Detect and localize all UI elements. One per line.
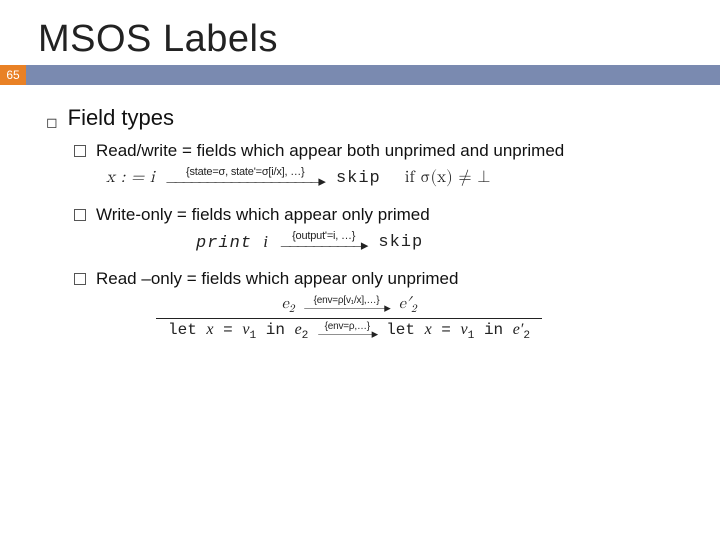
sub1-text: Read/write = fields which appear both un…: [96, 141, 564, 161]
labeled-arrow-icon: {output'=i, …} ──────────▸: [281, 231, 366, 253]
sub2-text: Write-only = fields which appear only pr…: [96, 205, 430, 225]
rule-top-rhs: e′2: [399, 295, 417, 316]
formula1-lhs: x : = i: [106, 168, 155, 188]
labeled-arrow-icon: {env=ρ,…} ────────▸: [318, 322, 376, 341]
arrow-line-icon: ────────▸: [318, 328, 376, 341]
bullet-hollow-square-icon: [74, 145, 86, 157]
bullet1-text: Field types: [68, 105, 174, 131]
bullet-level2: Read –only = fields which appear only un…: [74, 269, 684, 289]
rule-premise: e2 {env=ρ[v₁/x],…} ────────────▸ e′2: [270, 295, 429, 318]
rule-conclusion: let x = v1 in e2 {env=ρ,…} ────────▸ let…: [156, 319, 542, 342]
formula-readwrite: x : = i {state=σ, state'=σ[i/x], …} ────…: [106, 167, 684, 189]
rule-bot-lhs: let x = v1 in e2: [168, 321, 308, 342]
arrow-line-icon: ────────────▸: [304, 302, 388, 315]
bullet-square-icon: ◻: [46, 115, 58, 129]
rule-top-lhs: e2: [282, 295, 295, 316]
bullet-hollow-square-icon: [74, 273, 86, 285]
formula-writeonly: print i {output'=i, …} ──────────▸ skip: [196, 231, 684, 253]
arrow-line-icon: ───────────────────▸: [167, 174, 324, 189]
rule-bot-rhs: let x = v1 in e′2: [386, 321, 530, 342]
formula2-rhs: skip: [378, 233, 423, 252]
formula-readonly-rule: e2 {env=ρ[v₁/x],…} ────────────▸ e′2 let…: [156, 295, 684, 342]
labeled-arrow-icon: {state=σ, state'=σ[i/x], …} ────────────…: [167, 167, 324, 189]
formula1-rhs: skip: [336, 169, 381, 188]
slide-body: ◻ Field types Read/write = fields which …: [0, 85, 720, 342]
bullet-hollow-square-icon: [74, 209, 86, 221]
arrow-line-icon: ──────────▸: [281, 238, 366, 253]
bullet-level1: ◻ Field types: [46, 105, 684, 131]
slide-title: MSOS Labels: [38, 18, 720, 61]
formula2-lhs: print i: [196, 232, 269, 253]
labeled-arrow-icon: {env=ρ[v₁/x],…} ────────────▸: [304, 296, 388, 315]
inference-rule: e2 {env=ρ[v₁/x],…} ────────────▸ e′2 let…: [156, 295, 542, 342]
divider-fill: [26, 65, 720, 85]
page-number-badge: 65: [0, 65, 26, 85]
bullet-level2: Write-only = fields which appear only pr…: [74, 205, 684, 225]
title-region: MSOS Labels: [0, 0, 720, 65]
divider-bar: 65: [0, 65, 720, 85]
slide: MSOS Labels 65 ◻ Field types Read/write …: [0, 0, 720, 540]
formula1-condition: if σ(x) ≠ ⊥: [405, 168, 491, 188]
bullet-level2: Read/write = fields which appear both un…: [74, 141, 684, 161]
sub3-text: Read –only = fields which appear only un…: [96, 269, 458, 289]
